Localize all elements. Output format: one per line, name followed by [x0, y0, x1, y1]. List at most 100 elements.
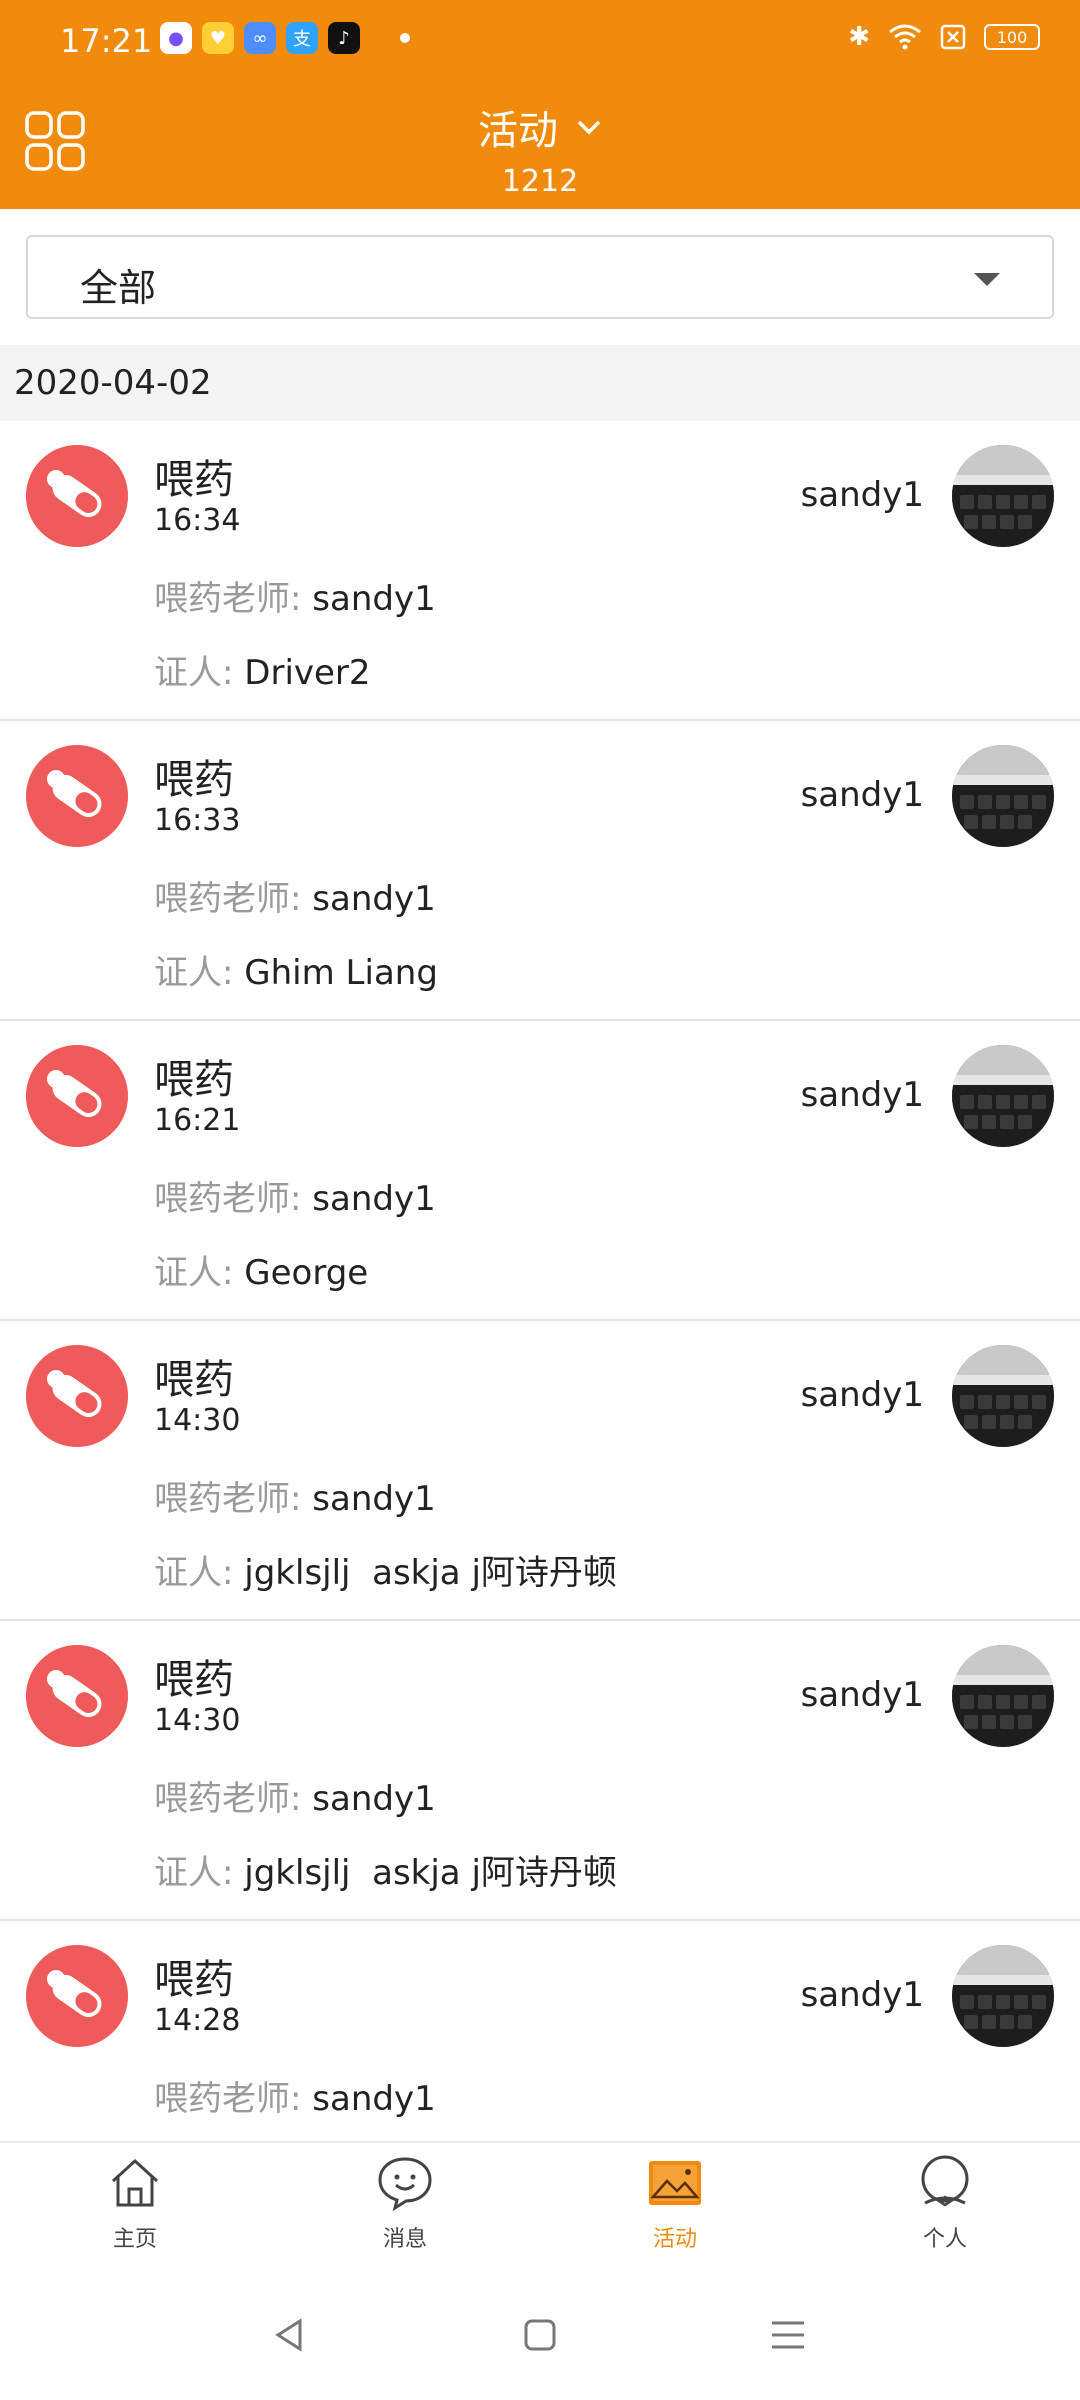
avatar[interactable] — [952, 445, 1054, 547]
status-app-icons: ● ♥ ∞ 支 ♪ — [160, 22, 410, 54]
page-subtitle: 1212 — [501, 164, 579, 199]
witness-label: 证人: — [154, 1253, 234, 1293]
witness-line: 证人: Driver2 — [154, 645, 371, 694]
witness-value: jgklsjlj askja j阿诗丹顿 — [244, 1553, 617, 1593]
witness-label: 证人: — [154, 953, 234, 993]
pill-icon — [26, 1345, 128, 1447]
teacher-label: 喂药老师: — [154, 1179, 302, 1219]
user-name: sandy1 — [800, 1075, 924, 1115]
app-notification-icon: ● — [160, 22, 192, 54]
gallery-icon — [649, 2161, 701, 2205]
item-time: 16:33 — [154, 803, 241, 838]
system-navigation-bar — [0, 2271, 1080, 2400]
teacher-label: 喂药老师: — [154, 1779, 302, 1819]
filter-dropdown[interactable]: 全部 — [26, 235, 1054, 319]
back-icon[interactable] — [270, 2315, 310, 2355]
user-name: sandy1 — [800, 775, 924, 815]
teacher-label: 喂药老师: — [154, 1479, 302, 1519]
nav-label: 个人 — [922, 2227, 967, 2252]
app-header: 17:21 ● ♥ ∞ 支 ♪ ✱ 100 活动 1212 — [0, 0, 1080, 209]
item-time: 14:28 — [154, 2003, 241, 2038]
witness-label: 证人: — [154, 1553, 234, 1593]
witness-value: jgklsjlj askja j阿诗丹顿 — [244, 1853, 617, 1893]
home-icon — [111, 2158, 159, 2207]
item-time: 14:30 — [154, 1703, 241, 1738]
teacher-label: 喂药老师: — [154, 879, 302, 919]
list-item[interactable]: 喂药 16:21 喂药老师: sandy1 证人: George sandy1 — [0, 1021, 1080, 1321]
pill-icon — [26, 1945, 128, 2047]
teacher-line: 喂药老师: sandy1 — [154, 1471, 436, 1520]
avatar[interactable] — [952, 1045, 1054, 1147]
battery-icon: 100 — [984, 24, 1040, 50]
nav-item-profile[interactable]: 个人 — [810, 2143, 1080, 2271]
teacher-line: 喂药老师: sandy1 — [154, 1771, 436, 1820]
menu-lines-icon[interactable] — [768, 2315, 808, 2355]
wifi-icon — [889, 24, 921, 50]
item-title: 喂药 — [154, 1957, 234, 2003]
bottom-navigation: 主页 消息 活动 个人 — [0, 2141, 1080, 2271]
witness-value: Ghim Liang — [244, 953, 438, 993]
witness-line: 证人: jgklsjlj askja j阿诗丹顿 — [154, 1845, 617, 1894]
bluetooth-icon: ✱ — [848, 22, 870, 52]
witness-value: George — [244, 1253, 369, 1293]
pill-icon — [26, 1645, 128, 1747]
app-notification-icon: ∞ — [244, 22, 276, 54]
status-right: ✱ 100 — [848, 22, 1040, 52]
app-notification-icon: ♥ — [202, 22, 234, 54]
nav-item-home[interactable]: 主页 — [0, 2143, 270, 2271]
avatar[interactable] — [952, 1645, 1054, 1747]
filter-selected-value: 全部 — [80, 266, 157, 310]
page-title[interactable]: 活动 — [478, 98, 602, 156]
teacher-line: 喂药老师: sandy1 — [154, 571, 436, 620]
page-title-text: 活动 — [478, 108, 558, 154]
teacher-value: sandy1 — [312, 1179, 436, 1219]
witness-line: 证人: George — [154, 1245, 368, 1294]
dropdown-caret-icon — [974, 273, 1000, 286]
witness-label: 证人: — [154, 1853, 234, 1893]
avatar[interactable] — [952, 1945, 1054, 2047]
user-name: sandy1 — [800, 1675, 924, 1715]
tiktok-icon: ♪ — [328, 22, 360, 54]
witness-line: 证人: jgklsjlj askja j阿诗丹顿 — [154, 1545, 617, 1594]
list-item[interactable]: 喂药 14:30 喂药老师: sandy1 证人: jgklsjlj askja… — [0, 1621, 1080, 1921]
user-name: sandy1 — [800, 475, 924, 515]
list-item[interactable]: 喂药 14:30 喂药老师: sandy1 证人: jgklsjlj askja… — [0, 1321, 1080, 1621]
avatar[interactable] — [952, 1345, 1054, 1447]
teacher-value: sandy1 — [312, 2079, 436, 2119]
user-name: sandy1 — [800, 1975, 924, 2015]
nav-label: 活动 — [652, 2227, 697, 2252]
app-notification-icon: 支 — [286, 22, 318, 54]
teacher-line: 喂药老师: sandy1 — [154, 871, 436, 920]
item-time: 14:30 — [154, 1403, 241, 1438]
pill-icon — [26, 1045, 128, 1147]
date-group-text: 2020-04-02 — [14, 363, 212, 403]
chat-icon — [378, 2157, 432, 2212]
date-group-header: 2020-04-02 — [0, 345, 1080, 421]
list-item[interactable]: 喂药 16:34 喂药老师: sandy1 证人: Driver2 sandy1 — [0, 421, 1080, 721]
teacher-value: sandy1 — [312, 1479, 436, 1519]
nav-label: 消息 — [382, 2227, 427, 2252]
more-notifications-icon — [400, 33, 410, 43]
avatar[interactable] — [952, 745, 1054, 847]
status-time: 17:21 — [60, 22, 153, 60]
nav-item-activity[interactable]: 活动 — [540, 2143, 810, 2271]
activity-list[interactable]: 喂药 16:34 喂药老师: sandy1 证人: Driver2 sandy1 — [0, 421, 1080, 2141]
teacher-value: sandy1 — [312, 879, 436, 919]
teacher-label: 喂药老师: — [154, 579, 302, 619]
header-title-block[interactable]: 活动 1212 — [0, 98, 1080, 199]
teacher-line: 喂药老师: sandy1 — [154, 1171, 436, 1220]
teacher-label: 喂药老师: — [154, 2079, 302, 2119]
person-icon — [921, 2155, 969, 2207]
item-title: 喂药 — [154, 1657, 234, 1703]
nav-item-messages[interactable]: 消息 — [270, 2143, 540, 2271]
item-title: 喂药 — [154, 1057, 234, 1103]
item-time: 16:21 — [154, 1103, 241, 1138]
teacher-value: sandy1 — [312, 579, 436, 619]
list-item[interactable]: 喂药 14:28 喂药老师: sandy1 sandy1 — [0, 1921, 1080, 2141]
pill-icon — [26, 745, 128, 847]
witness-line: 证人: Ghim Liang — [154, 945, 438, 994]
nav-label: 主页 — [112, 2227, 157, 2252]
sim-off-icon — [940, 24, 966, 50]
home-square-icon[interactable] — [520, 2315, 560, 2355]
list-item[interactable]: 喂药 16:33 喂药老师: sandy1 证人: Ghim Liang san… — [0, 721, 1080, 1021]
